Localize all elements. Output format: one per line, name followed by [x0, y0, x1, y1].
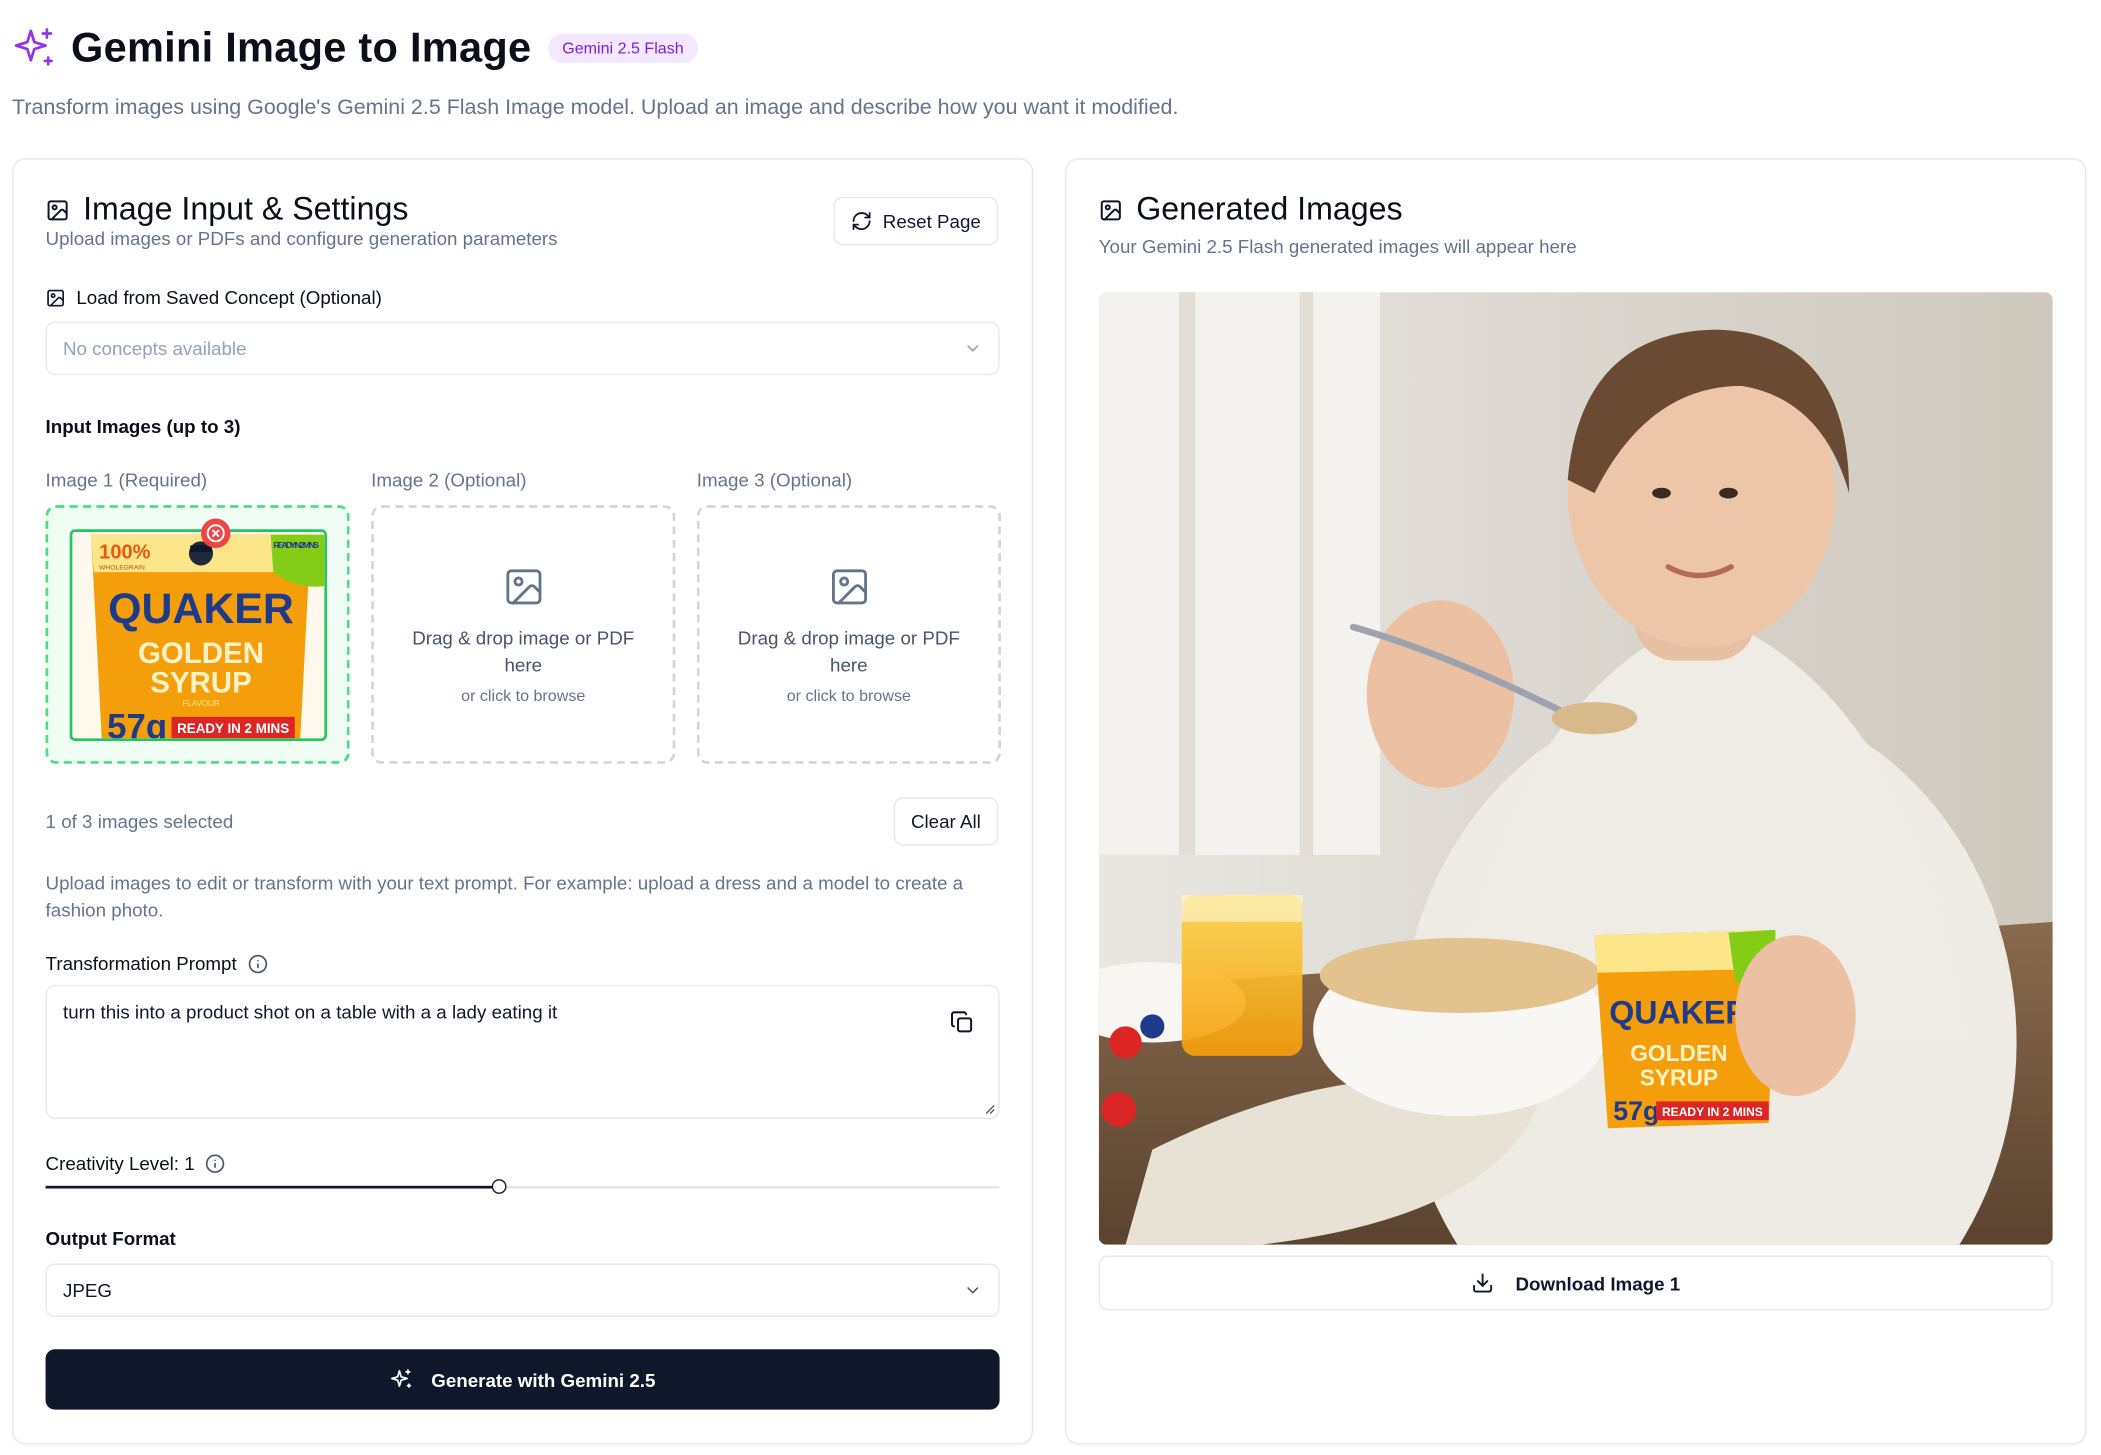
- image-upload-icon: [505, 568, 541, 604]
- quaker-product-image: 100% WHOLEGRAIN READY IN 2 MINS QUAKER G…: [72, 531, 325, 741]
- input-image-thumbnail: 100% WHOLEGRAIN READY IN 2 MINS QUAKER G…: [69, 529, 327, 741]
- card-title: Image Input & Settings: [83, 191, 409, 228]
- card-subtitle: Your Gemini 2.5 Flash generated images w…: [1098, 235, 1577, 258]
- dropzone-title: Drag & drop image or PDF here: [412, 626, 635, 675]
- output-format-select[interactable]: JPEG: [45, 1263, 1000, 1318]
- concept-label: Load from Saved Concept (Optional): [76, 286, 382, 309]
- chevron-down-icon: [967, 1287, 979, 1294]
- prompt-label-row: Transformation Prompt: [46, 953, 268, 974]
- generate-label: Generate with Gemini 2.5: [431, 1368, 656, 1391]
- card-title: Generated Images: [1136, 191, 1403, 228]
- remove-image-button[interactable]: [200, 518, 231, 549]
- resize-handle-icon[interactable]: [982, 1101, 995, 1114]
- page-header: Gemini Image to Image Gemini 2.5 Flash T…: [12, 19, 1486, 121]
- generated-image[interactable]: QUAKER GOLDEN SYRUP 57g READY IN 2 MINS: [1098, 292, 2053, 1245]
- creativity-label-row: Creativity Level: 1: [45, 1152, 226, 1174]
- image-icon: [47, 289, 64, 306]
- slider-thumb[interactable]: [492, 1179, 507, 1194]
- slot-1-label: Image 1 (Required): [45, 468, 208, 491]
- brand-text: QUAKER: [1609, 995, 1748, 1031]
- wholegrain-text: 100%: [99, 542, 150, 564]
- ready-band-text: READY IN 2 MINS: [1662, 1105, 1763, 1119]
- copy-icon[interactable]: [950, 1010, 974, 1034]
- creativity-slider[interactable]: [45, 1179, 1000, 1194]
- concept-select-placeholder: No concepts available: [62, 337, 247, 360]
- info-icon[interactable]: [247, 953, 267, 973]
- image-dropzone-3[interactable]: Drag & drop image or PDF here or click t…: [696, 505, 1001, 764]
- info-icon[interactable]: [205, 1153, 225, 1173]
- slot-3-label: Image 3 (Optional): [696, 468, 853, 491]
- model-badge: Gemini 2.5 Flash: [547, 33, 699, 63]
- input-images-label: Input Images (up to 3): [45, 415, 241, 437]
- reset-page-button[interactable]: Reset Page: [833, 196, 999, 246]
- flavour-line2-text: SYRUP: [1640, 1064, 1718, 1090]
- help-text: Upload images to edit or transform with …: [45, 872, 964, 921]
- slider-fill: [45, 1185, 499, 1189]
- sparkles-icon: [14, 28, 53, 66]
- flavour-line1-text: GOLDEN: [1630, 1040, 1727, 1066]
- card-subtitle: Upload images or PDFs and configure gene…: [45, 227, 558, 250]
- ready-text: READY IN 2 MINS: [273, 540, 319, 550]
- flavour-line2-text: SYRUP: [150, 667, 252, 700]
- image-icon: [1100, 200, 1121, 221]
- chevron-down-icon: [967, 345, 979, 352]
- dropzone-title: Drag & drop image or PDF here: [737, 626, 960, 675]
- prompt-label: Transformation Prompt: [45, 952, 237, 975]
- weight-text: 57g: [107, 707, 167, 741]
- page-subtitle: Transform images using Google's Gemini 2…: [12, 96, 1179, 120]
- slot-2-label: Image 2 (Optional): [371, 468, 527, 491]
- download-image-button[interactable]: Download Image 1: [1098, 1255, 2053, 1311]
- image-upload-icon: [831, 568, 867, 604]
- reset-page-label: Reset Page: [882, 210, 981, 232]
- ready-band-text: READY IN 2 MINS: [177, 721, 289, 736]
- weight-text: 57g: [1613, 1096, 1659, 1126]
- generated-photo: QUAKER GOLDEN SYRUP 57g READY IN 2 MINS: [1098, 292, 2053, 1245]
- brand-text: QUAKER: [108, 585, 294, 633]
- flavour-sub-text: FLAVOUR: [182, 699, 219, 708]
- output-format-label: Output Format: [45, 1227, 176, 1249]
- prompt-textarea[interactable]: turn this into a product shot on a table…: [45, 984, 1000, 1119]
- download-icon: [1473, 1273, 1493, 1293]
- sparkles-icon: [390, 1369, 411, 1388]
- download-label: Download Image 1: [1515, 1272, 1681, 1294]
- dropzone-subtitle: or click to browse: [461, 685, 586, 705]
- flavour-line1-text: GOLDEN: [138, 637, 264, 670]
- dropzone-subtitle: or click to browse: [786, 685, 911, 705]
- creativity-label: Creativity Level: 1: [45, 1152, 195, 1174]
- image-slot-1[interactable]: 100% WHOLEGRAIN READY IN 2 MINS QUAKER G…: [45, 505, 350, 764]
- image-icon: [47, 200, 68, 221]
- image-dropzone-2[interactable]: Drag & drop image or PDF here or click t…: [371, 505, 676, 764]
- clear-all-button[interactable]: Clear All: [893, 797, 999, 846]
- refresh-icon: [852, 212, 871, 231]
- output-format-value: JPEG: [62, 1279, 112, 1302]
- concept-select[interactable]: No concepts available: [45, 321, 1000, 376]
- generate-button[interactable]: Generate with Gemini 2.5: [45, 1349, 1000, 1410]
- wholegrain-sub-text: WHOLEGRAIN: [99, 564, 145, 571]
- page-title: Gemini Image to Image: [71, 24, 532, 72]
- image-input-card: Image Input & Settings Upload images or …: [12, 158, 1034, 1445]
- concept-label-row: Load from Saved Concept (Optional): [46, 287, 382, 308]
- close-circle-icon: [206, 524, 225, 543]
- generated-images-card: Generated Images Your Gemini 2.5 Flash g…: [1065, 158, 2087, 1445]
- images-selected-count: 1 of 3 images selected: [45, 810, 234, 833]
- prompt-value: turn this into a product shot on a table…: [62, 1000, 558, 1023]
